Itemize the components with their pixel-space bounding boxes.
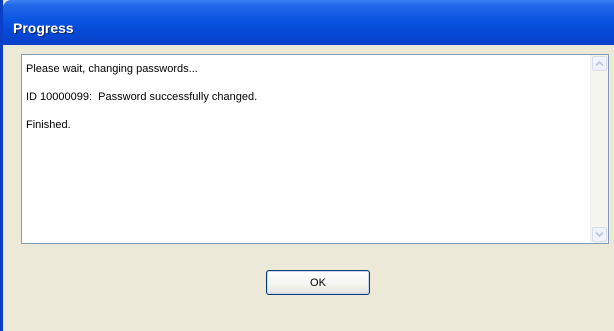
log-line: Finished.	[26, 119, 71, 131]
log-line: Please wait, changing passwords...	[26, 63, 198, 75]
vertical-scrollbar[interactable]	[590, 55, 608, 243]
window-title: Progress	[13, 20, 74, 36]
progress-log-textbox[interactable]: Please wait, changing passwords... ID 10…	[21, 54, 609, 244]
scroll-down-button[interactable]	[592, 227, 607, 242]
title-bar[interactable]: Progress	[3, 0, 614, 45]
progress-dialog: Progress Please wait, changing passwords…	[0, 0, 614, 331]
log-line: ID 10000099: Password successfully chang…	[26, 91, 258, 103]
dialog-body: Please wait, changing passwords... ID 10…	[3, 45, 614, 331]
ok-button-label: OK	[310, 276, 326, 289]
scroll-up-button[interactable]	[592, 56, 607, 71]
ok-button[interactable]: OK	[266, 270, 370, 295]
log-lines: Please wait, changing passwords... ID 10…	[26, 61, 584, 145]
chevron-down-icon	[595, 231, 604, 238]
chevron-up-icon	[595, 60, 604, 67]
